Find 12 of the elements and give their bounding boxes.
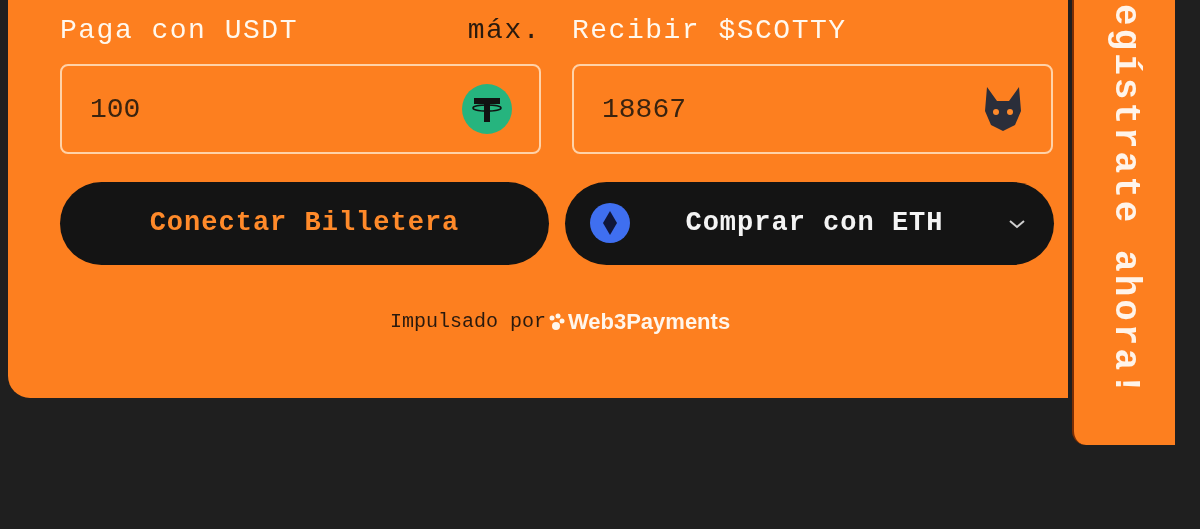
tether-icon: [461, 83, 513, 135]
receive-label: Recibir $SCOTTY: [572, 15, 847, 46]
chevron-down-icon: [1008, 219, 1026, 229]
pay-amount-field[interactable]: 100: [60, 64, 541, 154]
currency-dropdown-button[interactable]: Comprar con ETH: [565, 182, 1054, 265]
connect-wallet-button[interactable]: Conectar Billetera: [60, 182, 549, 265]
receive-amount-field[interactable]: 18867: [572, 64, 1053, 154]
max-link[interactable]: máx.: [467, 14, 541, 48]
pay-label: Paga con USDT: [60, 14, 298, 48]
paw-icon: [547, 312, 566, 331]
ethereum-icon: [589, 202, 631, 244]
powered-by-text: Impulsado por: [389, 308, 546, 335]
